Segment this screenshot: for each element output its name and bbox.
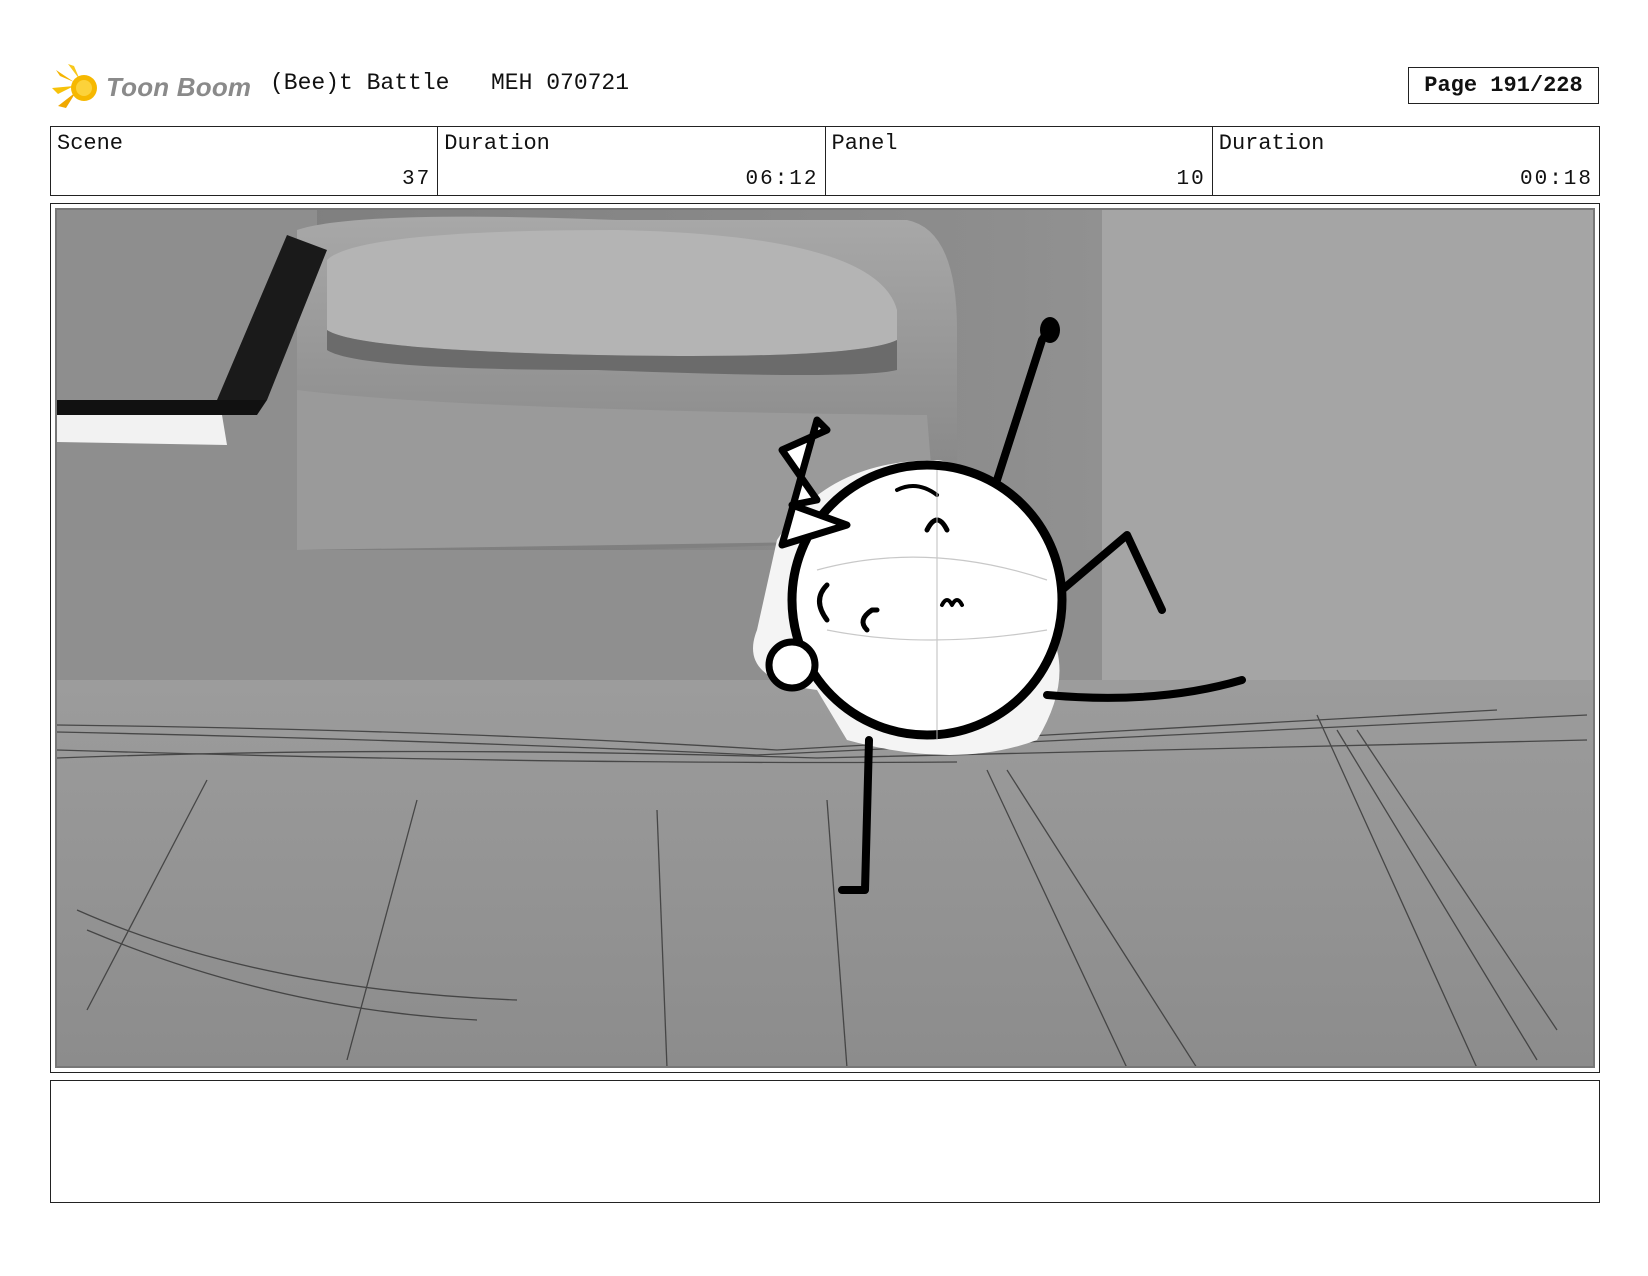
document-title: (Bee)t Battle <box>270 70 450 96</box>
scene-duration-label: Duration <box>444 131 550 156</box>
panel-value: 10 <box>1176 168 1206 191</box>
notes-box <box>50 1080 1600 1203</box>
scene-label: Scene <box>57 131 124 156</box>
storyboard-panel-image <box>55 208 1595 1068</box>
info-table: Scene 37 Duration 06:12 Panel 10 Duratio… <box>50 126 1600 196</box>
storyboard-panel-frame <box>50 203 1600 1073</box>
panel-cell: Panel 10 <box>826 127 1213 195</box>
panel-duration-label: Duration <box>1218 131 1325 156</box>
toon-boom-logo: Toon Boom <box>52 60 251 114</box>
scene-duration-value: 06:12 <box>745 168 819 191</box>
scene-duration-cell: Duration 06:12 <box>438 127 826 195</box>
panel-label: Panel <box>831 131 898 156</box>
panel-duration-value: 00:18 <box>1519 168 1593 191</box>
scene-value: 37 <box>402 168 432 191</box>
sunburst-icon <box>52 64 97 108</box>
page-number: Page 191/228 <box>1408 67 1599 104</box>
logo-text: Toon Boom <box>106 71 252 102</box>
panel-duration-cell: Duration 00:18 <box>1213 127 1599 195</box>
storyboard-sketch-icon <box>57 210 1593 1066</box>
scene-cell: Scene 37 <box>51 127 439 195</box>
document-code: MEH 070721 <box>491 70 630 96</box>
